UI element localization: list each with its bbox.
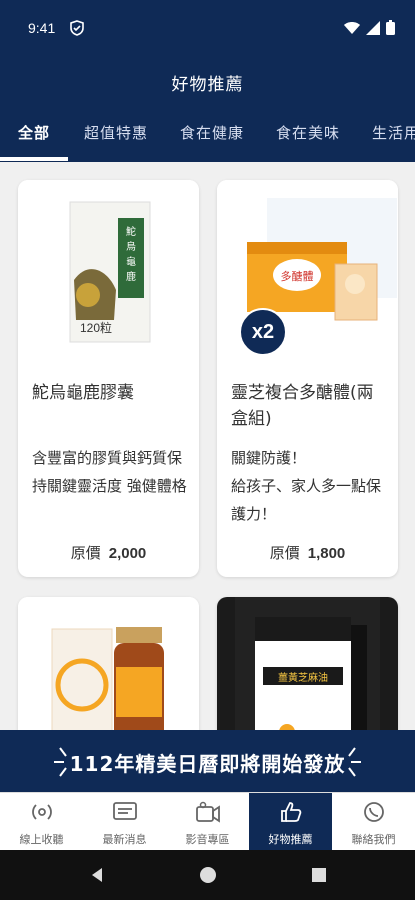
wifi-icon [344,21,360,34]
box-text-2: 烏 [126,240,136,253]
nav-item-news[interactable]: 最新消息 [83,793,166,850]
price-label: 原價 [269,544,300,562]
box-label: 多醣體 [281,269,314,283]
product-image: 鮀 烏 龜 鹿 120粒 [18,180,199,360]
signal-icon [366,20,380,35]
status-time: 9:41 [28,20,56,36]
nav-label: 最新消息 [102,833,147,846]
nav-item-video[interactable]: 影音專區 [166,793,249,850]
price-value: 1,800 [307,545,346,562]
promo-banner[interactable]: 112年精美日曆即將開始發放 [0,730,415,792]
nav-item-radio[interactable]: 線上收聽 [0,793,83,850]
product-title: 靈芝複合多醣體(兩盒組) [231,383,374,429]
box-text-3: 龜 [126,255,136,268]
nav-label: 影音專區 [185,833,230,846]
product-price: 原價 1,800 [217,542,398,563]
sparkle-right-icon [348,747,361,777]
system-nav-bar [0,850,415,900]
recents-icon[interactable] [310,866,328,884]
page-title: 好物推薦 [171,75,244,95]
tab-tasty-food[interactable]: 食在美味 [276,122,340,143]
product-grid: 鮀 烏 龜 鹿 120粒 鮀烏龜鹿膠囊 含豐富的膠質與鈣質保持關鍵靈活度 強健體… [0,162,415,792]
product-title: 鮀烏龜鹿膠囊 [32,383,134,403]
tab-special-offers[interactable]: 超值特惠 [84,122,148,143]
category-tabs: 全部 超值特惠 食在健康 食在美味 生活用 [0,108,415,162]
tab-healthy-food[interactable]: 食在健康 [180,122,244,143]
video-icon [195,801,220,823]
quantity-badge: x2 [239,308,287,356]
box-text-4: 鹿 [126,270,136,283]
battery-icon [386,20,395,35]
product-price: 原價 2,000 [18,542,199,563]
bottom-nav: 線上收聽 最新消息 影音專區 好物推薦 聯絡我們 [0,792,415,850]
radio-icon [31,804,52,820]
back-icon[interactable] [88,866,106,884]
status-bar: 9:41 [0,0,415,52]
product-card[interactable]: 多醣體 x2 靈芝複合多醣體(兩盒組) 關鍵防護！ 給孩子、家人多一點保護力！ … [217,180,398,577]
product-description: 關鍵防護！ 給孩子、家人多一點保護力！ [231,449,382,523]
active-tab-indicator [0,157,68,161]
box-label: 薑黃芝麻油 [278,671,328,684]
shield-icon [70,20,84,36]
product-description: 含豐富的膠質與鈣質保持關鍵靈活度 強健體格 [32,449,187,495]
nav-item-contact[interactable]: 聯絡我們 [332,793,415,850]
product-box-illustration: 鮀 烏 龜 鹿 120粒 [69,201,151,343]
tab-living[interactable]: 生活用 [372,122,415,143]
news-icon [112,802,137,820]
home-icon[interactable] [199,866,217,884]
price-label: 原價 [70,544,101,562]
thumbs-up-icon [280,802,301,822]
nav-item-recommend[interactable]: 好物推薦 [249,793,332,850]
app-header: 好物推薦 [0,52,415,108]
whatsapp-icon [363,802,384,822]
tab-all[interactable]: 全部 [18,122,50,143]
nav-label: 線上收聽 [19,833,64,846]
nav-label: 聯絡我們 [351,833,396,846]
product-card[interactable]: 鮀 烏 龜 鹿 120粒 鮀烏龜鹿膠囊 含豐富的膠質與鈣質保持關鍵靈活度 強健體… [18,180,199,577]
box-text-1: 鮀 [126,225,136,238]
box-count: 120粒 [80,320,112,335]
price-value: 2,000 [108,545,147,562]
nav-label: 好物推薦 [268,833,313,846]
